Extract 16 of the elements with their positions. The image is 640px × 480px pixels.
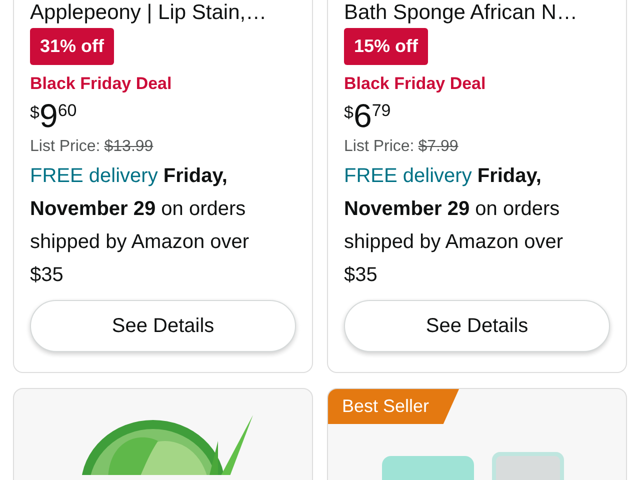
list-price-label: List Price: [344,138,414,156]
product-card[interactable] [13,388,313,480]
deal-label: Black Friday Deal [30,74,172,94]
list-price: $13.99 [104,138,154,156]
see-details-button[interactable]: See Details [344,300,610,352]
see-details-button[interactable]: See Details [30,300,296,352]
delivery-text: FREE delivery Friday, November 29 on orders shipped by Amazon over $35 [30,164,250,288]
discount-badge: 31% off [30,28,114,65]
list-price: $7.99 [418,138,458,156]
product-title[interactable]: Applepeony | Lip Stain,… [30,0,267,26]
list-price-label: List Price: [30,138,100,156]
deal-label: Black Friday Deal [344,74,486,94]
discount-badge: 15% off [344,28,428,65]
best-seller-badge: Best Seller [328,389,460,424]
product-title[interactable]: Bath Sponge African N… [344,0,578,26]
delivery-text: FREE delivery Friday, November 29 on orders shipped by Amazon over $35 [344,164,564,288]
